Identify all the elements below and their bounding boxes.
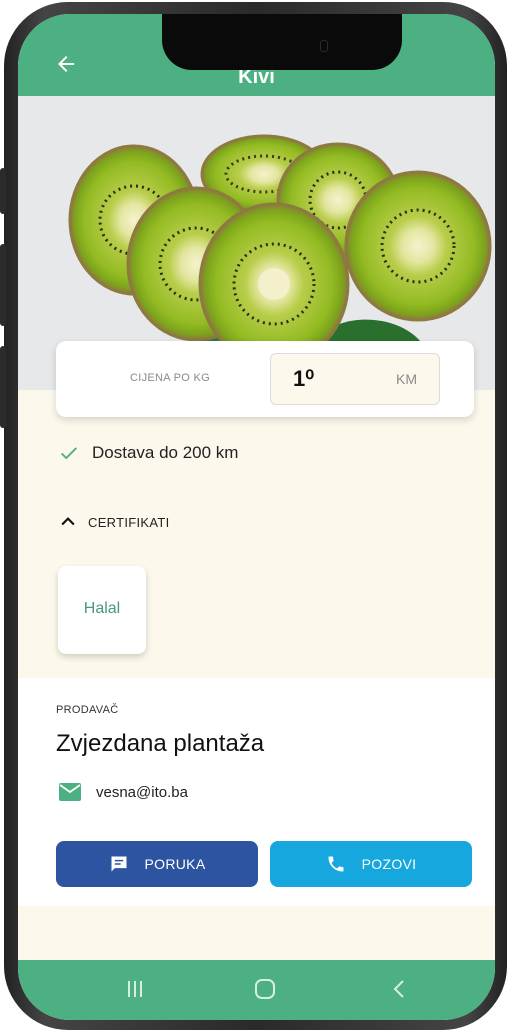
delivery-text: Dostava do 200 km: [92, 443, 239, 462]
certificate-card[interactable]: Halal: [58, 566, 146, 654]
mail-icon: [59, 783, 81, 801]
seller-section: PRODAVAČ Zvjezdana plantaža vesna@ito.ba…: [18, 678, 495, 906]
delivery-info: Dostava do 200 km: [58, 442, 238, 464]
phone-icon: [328, 856, 344, 872]
seller-email[interactable]: vesna@ito.ba: [58, 782, 188, 802]
price-field: 1⁰ KM: [270, 353, 440, 405]
certificates-title: CERTIFIKATI: [88, 514, 170, 530]
certificates-toggle[interactable]: CERTIFIKATI: [58, 512, 170, 532]
call-button[interactable]: POZOVI: [270, 841, 472, 887]
price-card: CIJENA PO KG 1⁰ KM: [56, 341, 474, 417]
phone-screen: Kivi CIJENA PO KG 1⁰ KM Dostava do 200 k…: [18, 14, 495, 1020]
recents-icon[interactable]: [120, 976, 150, 1002]
price-label: CIJENA PO KG: [130, 372, 211, 384]
price-value: 1⁰: [293, 366, 315, 391]
price-unit: KM: [396, 371, 417, 387]
chat-icon: [111, 856, 127, 872]
front-camera: [320, 40, 328, 52]
check-icon: [61, 447, 77, 460]
message-button[interactable]: PORUKA: [56, 841, 258, 887]
kiwi-core: [258, 268, 290, 300]
seller-label: PRODAVAČ: [56, 704, 119, 716]
notch: [162, 14, 402, 70]
volume-down-button: [0, 346, 6, 428]
kiwi-slice: [344, 170, 492, 322]
call-button-label: POZOVI: [361, 856, 417, 872]
content-bottom: [18, 906, 495, 960]
message-button-label: PORUKA: [144, 856, 206, 872]
home-icon[interactable]: [250, 976, 280, 1002]
volume-up-button: [0, 244, 6, 326]
system-back-icon[interactable]: [384, 976, 414, 1002]
mute-switch: [0, 168, 6, 214]
chevron-up-icon: [61, 517, 75, 526]
system-nav-bar: [18, 960, 495, 1020]
seller-name: Zvjezdana plantaža: [56, 730, 265, 757]
certificate-name: Halal: [83, 600, 121, 617]
email-text: vesna@ito.ba: [96, 783, 188, 801]
